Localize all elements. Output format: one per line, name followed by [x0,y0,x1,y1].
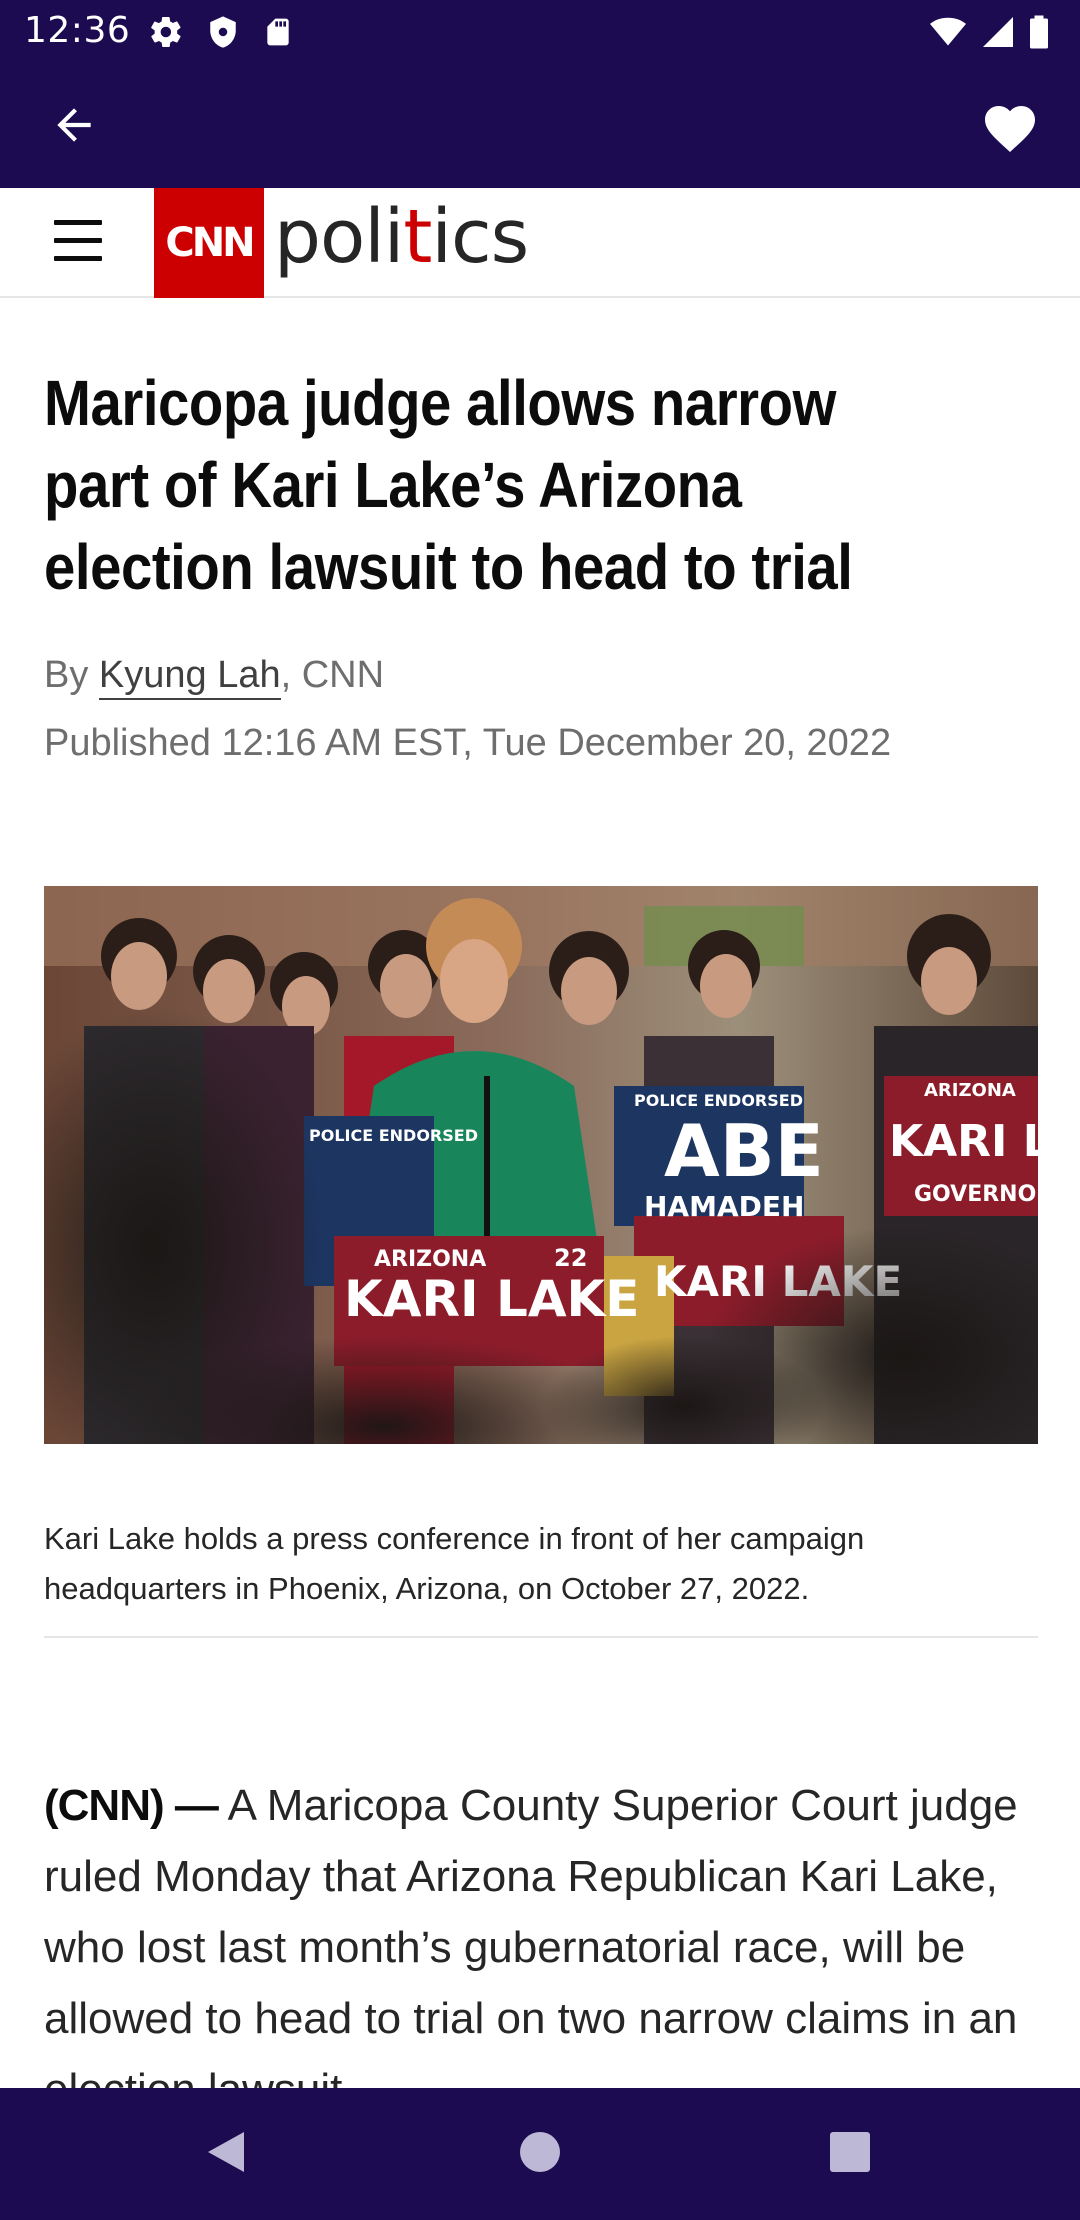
author-link[interactable]: Kyung Lah [98,654,281,700]
favorite-button[interactable] [962,90,1058,166]
sign-abe: ABE [664,1109,824,1193]
menu-button[interactable] [50,216,106,266]
cnn-logo[interactable]: CNN [154,188,264,298]
back-button[interactable] [34,94,114,160]
wifi-icon [928,14,968,55]
signal-icon [980,14,1016,55]
nav-recents-button[interactable] [818,2122,882,2186]
heart-icon [980,98,1040,159]
shield-icon [206,14,240,55]
nav-back-icon [204,2128,248,2181]
status-icons-right [928,14,1050,55]
article-body-text: A Maricopa County Superior Court judge r… [44,1781,1018,2114]
sign-police-endorsed-right: POLICE ENDORSED [634,1091,803,1110]
sign-kari-lake-right: KARI LAKE [889,1116,1038,1167]
caption-divider [44,1636,1038,1638]
app-bar [0,66,1080,188]
battery-icon [1028,14,1050,55]
article-headline: Maricopa judge allows narrow part of Kar… [44,367,853,603]
sign-arizona-left: ARIZONA [374,1247,486,1272]
nav-home-icon [519,2131,561,2178]
dateline: (CNN) — [44,1781,219,1830]
status-time: 12:36 [24,10,131,51]
sign-arizona-right: ARIZONA [924,1080,1016,1101]
sign-police-endorsed-left: POLICE ENDORSED [309,1126,478,1145]
article-body: (CNN) — A Maricopa County Superior Court… [44,1770,1044,2125]
cnn-logo-text: CNN [165,220,255,266]
status-bar: 12:36 [0,0,1080,66]
gear-icon [148,14,184,55]
status-icons-left [148,14,294,55]
hamburger-icon [54,220,102,225]
sd-card-icon [262,14,294,55]
system-nav-bar [0,2088,1080,2220]
byline: By Kyung Lah, CNN [44,654,384,700]
sign-governor: GOVERNOR [914,1182,1038,1207]
nav-recents-icon [829,2131,871,2178]
sign-kari-lake-left: KARI LAKE [344,1270,639,1328]
photo-caption: Kari Lake holds a press conference in fr… [44,1521,865,1606]
article-photo[interactable]: POLICE ENDORSED POLICE ENDORSED ABE HAMA… [44,886,1038,1444]
sign-hamadeh: HAMADEH [644,1190,804,1223]
arrow-back-icon [49,100,99,155]
section-title[interactable]: politics [274,194,529,280]
published-date: Published 12:16 AM EST, Tue December 20,… [44,722,892,764]
site-header: CNN politics [0,188,1080,298]
nav-back-button[interactable] [194,2122,258,2186]
sign-year: 22 [554,1244,587,1272]
nav-home-button[interactable] [508,2122,572,2186]
